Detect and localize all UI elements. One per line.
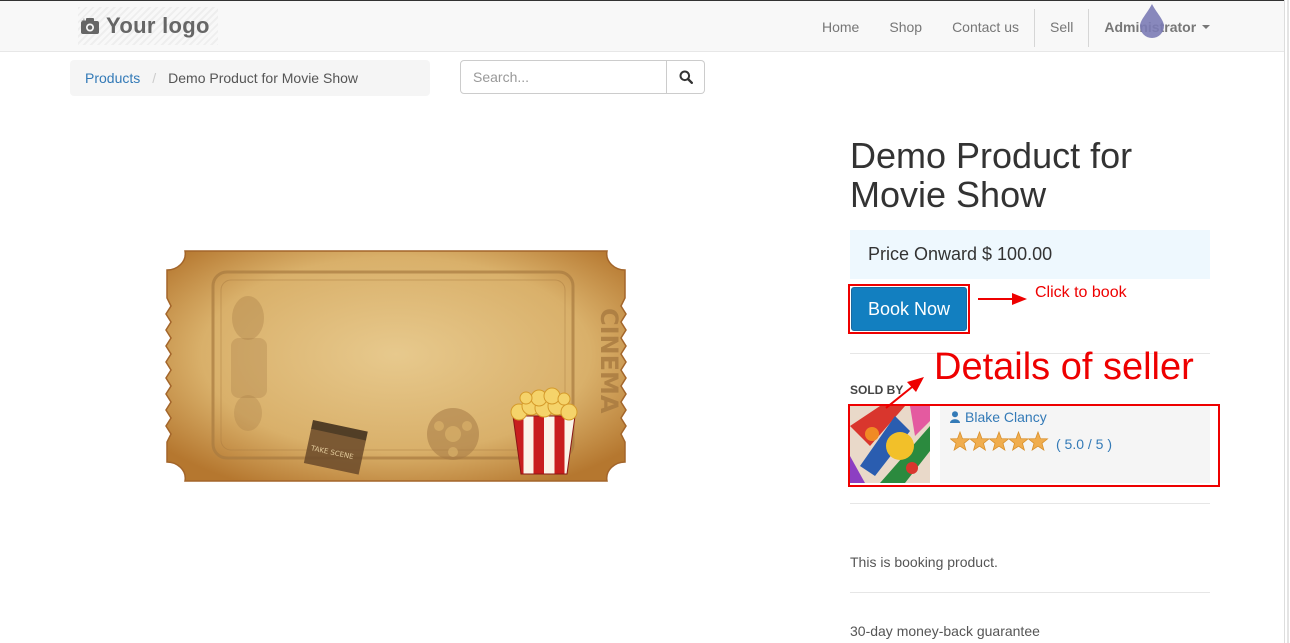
breadcrumb-separator: / (152, 70, 157, 86)
product-image: CINEMA TAKE SCENE (165, 250, 627, 482)
star-icon (988, 431, 1010, 452)
seller-name-link[interactable]: Blake Clancy (950, 409, 1047, 425)
window-scrollbar[interactable] (1284, 0, 1290, 643)
seller-rating-text[interactable]: ( 5.0 / 5 ) (1056, 436, 1112, 452)
nav-contact-us[interactable]: Contact us (937, 1, 1034, 53)
guarantee-text: 30-day money-back guarantee (850, 623, 1040, 639)
nav-sell[interactable]: Sell (1035, 1, 1088, 53)
caret-down-icon (1202, 25, 1211, 29)
breadcrumb: Products / Demo Product for Movie Show (70, 60, 430, 96)
ticket-cinema-text: CINEMA (595, 308, 623, 414)
annotation-details-of-seller: Details of seller (934, 346, 1194, 388)
star-icon (968, 431, 991, 452)
seller-name: Blake Clancy (965, 409, 1047, 425)
logo-text: Your logo (106, 13, 210, 38)
camera-icon: + (80, 17, 100, 35)
seller-rating-stars (950, 431, 1050, 453)
breadcrumb-current: Demo Product for Movie Show (168, 70, 358, 86)
search-button[interactable] (667, 60, 705, 94)
search-icon (679, 70, 693, 84)
breadcrumb-products-link[interactable]: Products (85, 70, 140, 86)
search-bar (460, 60, 705, 94)
annotation-click-to-book: Click to book (1035, 284, 1127, 301)
nav-home[interactable]: Home (807, 1, 874, 53)
divider (850, 592, 1210, 593)
star-icon (1007, 431, 1030, 452)
sold-by-label: SOLD BY (850, 383, 904, 397)
product-title: Demo Product for Movie Show (850, 135, 1133, 215)
star-icon (1027, 431, 1049, 452)
product-description: This is booking product. (850, 554, 998, 570)
arrow-head-icon (907, 377, 924, 392)
pointer-marker-icon (1140, 4, 1164, 38)
star-icon (950, 431, 971, 452)
logo[interactable]: + Your logo (78, 7, 218, 45)
nav-shop[interactable]: Shop (874, 1, 937, 53)
user-icon (950, 411, 960, 423)
book-now-button[interactable]: Book Now (851, 287, 967, 331)
product-price: Price Onward $ 100.00 (850, 230, 1210, 279)
arrow-head-icon (1012, 293, 1027, 305)
search-input[interactable] (460, 60, 667, 94)
svg-text:+: + (81, 17, 87, 25)
top-navbar: + Your logo Home Shop Contact us Sell Ad… (0, 0, 1284, 52)
divider (850, 503, 1210, 504)
